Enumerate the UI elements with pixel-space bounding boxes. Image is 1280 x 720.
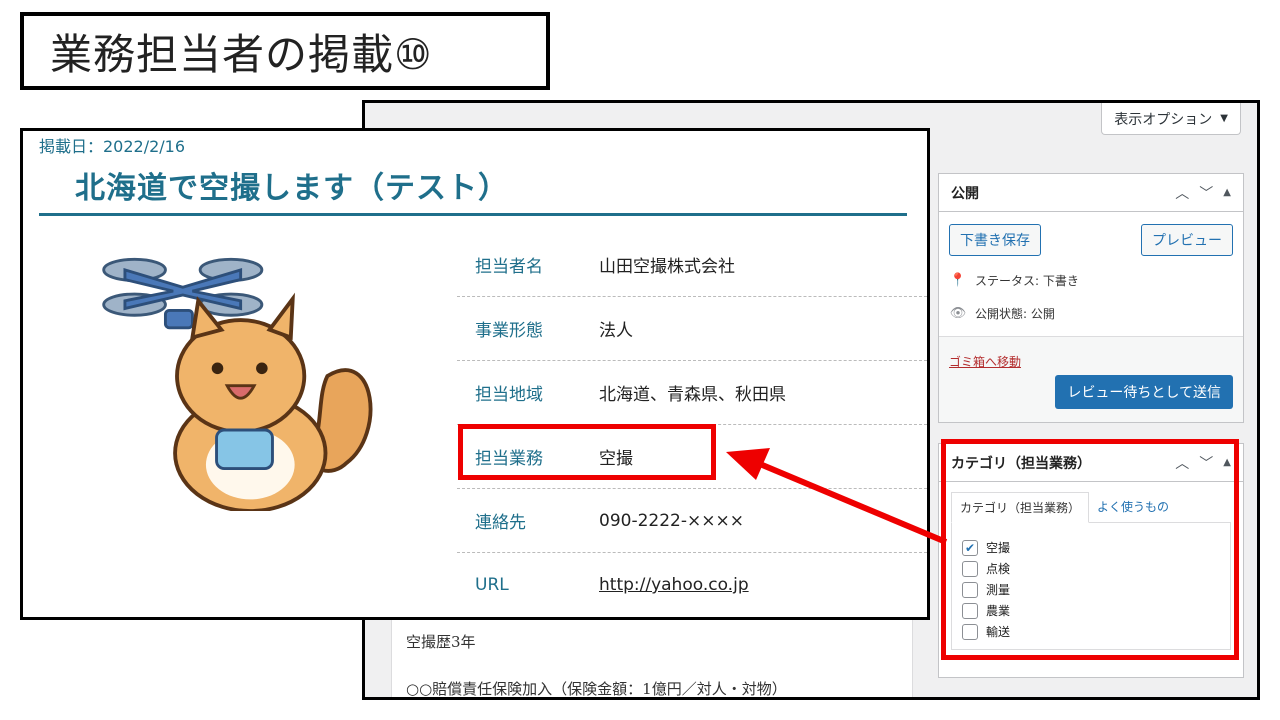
screen-options-button[interactable]: 表示オプション ▼ xyxy=(1101,103,1241,135)
url-link[interactable]: http://yahoo.co.jp xyxy=(599,575,749,595)
row-label: 担当地域 xyxy=(475,385,543,405)
publish-box-header: 公開 ︿ ﹀ ▲ xyxy=(939,174,1243,212)
screen-options-label: 表示オプション xyxy=(1114,111,1213,128)
status-row: 📍 ステータス: 下書き xyxy=(939,264,1243,297)
table-row: 事業形態 法人 xyxy=(457,297,927,361)
save-draft-button[interactable]: 下書き保存 xyxy=(949,224,1041,256)
category-highlight-frame xyxy=(941,439,1239,660)
eye-icon: 👁 xyxy=(949,306,967,321)
post-title: 北海道で空撮します（テスト） xyxy=(75,171,509,206)
preview-button[interactable]: プレビュー xyxy=(1141,224,1233,256)
row-label: 担当者名 xyxy=(475,257,543,277)
row-value: 山田空撮株式会社 xyxy=(599,257,735,277)
submit-for-review-button[interactable]: レビュー待ちとして送信 xyxy=(1055,375,1233,409)
move-to-trash-link[interactable]: ゴミ箱へ移動 xyxy=(949,353,1021,370)
row-label: 連絡先 xyxy=(475,513,526,533)
editor-line: 空撮歴3年 xyxy=(406,633,476,651)
slide-title-text: 業務担当者の掲載⑩ xyxy=(50,29,433,79)
status-text: ステータス: 下書き xyxy=(975,274,1079,288)
publish-box-title: 公開 xyxy=(951,185,979,202)
post-editor-body[interactable]: 空撮歴3年 ○○賠償責任保険加入（保険金額：1億円／対人・対物） xyxy=(391,618,913,698)
table-row: 担当地域 北海道、青森県、秋田県 xyxy=(457,361,927,425)
row-value: 北海道、青森県、秋田県 xyxy=(599,385,786,405)
drone-icon xyxy=(102,257,264,330)
business-row-highlight-frame xyxy=(458,424,716,480)
visibility-row: 👁 公開状態: 公開 xyxy=(939,297,1243,330)
post-date: 掲載日：2022/2/16 xyxy=(39,137,186,156)
caret-down-icon: ▼ xyxy=(1220,113,1228,124)
move-up-icon[interactable]: ︿ xyxy=(1175,183,1189,203)
editor-line: ○○賠償責任保険加入（保険金額：1億円／対人・対物） xyxy=(406,680,787,698)
row-value: 法人 xyxy=(599,321,633,341)
table-row: 連絡先 090-2222-×××× xyxy=(457,489,927,553)
table-row: 担当者名 山田空撮株式会社 xyxy=(457,233,927,297)
published-post-card: 掲載日：2022/2/16 北海道で空撮します（テスト） 担当者名 山田空撮株式会… xyxy=(20,128,930,620)
row-value: 090-2222-×××× xyxy=(599,510,744,531)
row-label: URL xyxy=(475,575,509,595)
move-down-icon[interactable]: ﹀ xyxy=(1199,183,1213,203)
title-divider xyxy=(39,213,907,216)
pin-icon: 📍 xyxy=(949,273,967,288)
publish-footer: ゴミ箱へ移動 レビュー待ちとして送信 xyxy=(939,336,1243,422)
row-label: 事業形態 xyxy=(475,321,543,341)
visibility-text: 公開状態: 公開 xyxy=(975,307,1055,321)
table-row: URL http://yahoo.co.jp xyxy=(457,553,927,617)
toggle-panel-icon[interactable]: ▲ xyxy=(1223,187,1231,198)
squirrel-drone-illustration xyxy=(102,257,373,511)
publish-box: 公開 ︿ ﹀ ▲ 下書き保存 プレビュー 📍 ステータス: 下書き 👁 公開状態… xyxy=(938,173,1244,423)
slide-title: 業務担当者の掲載⑩ xyxy=(20,12,550,90)
